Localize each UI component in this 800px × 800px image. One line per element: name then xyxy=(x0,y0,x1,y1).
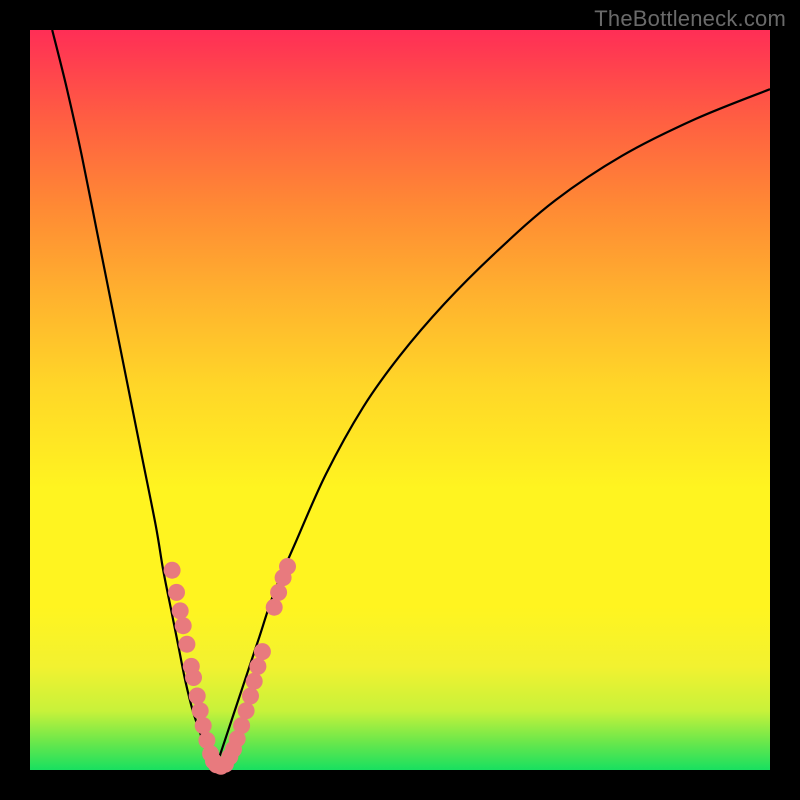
marker-dot xyxy=(246,673,263,690)
marker-dot xyxy=(249,658,266,675)
marker-dot xyxy=(195,717,212,734)
marker-dot xyxy=(189,688,206,705)
marker-dot xyxy=(192,702,209,719)
chart-svg xyxy=(30,30,770,770)
marker-dot xyxy=(168,584,185,601)
marker-dot xyxy=(172,602,189,619)
marker-dot xyxy=(254,643,271,660)
marker-dot xyxy=(238,702,255,719)
marker-dot xyxy=(279,558,296,575)
marker-dot xyxy=(164,562,181,579)
marker-dot xyxy=(266,599,283,616)
marker-dot xyxy=(175,617,192,634)
marker-dot xyxy=(242,688,259,705)
marker-dot xyxy=(233,717,250,734)
marker-dot xyxy=(270,584,287,601)
outer-frame: TheBottleneck.com xyxy=(0,0,800,800)
marker-dot xyxy=(185,669,202,686)
marker-dot xyxy=(178,636,195,653)
plot-area xyxy=(30,30,770,770)
marker-dots xyxy=(164,558,296,775)
curve-right-branch xyxy=(215,89,770,770)
watermark-text: TheBottleneck.com xyxy=(594,6,786,32)
